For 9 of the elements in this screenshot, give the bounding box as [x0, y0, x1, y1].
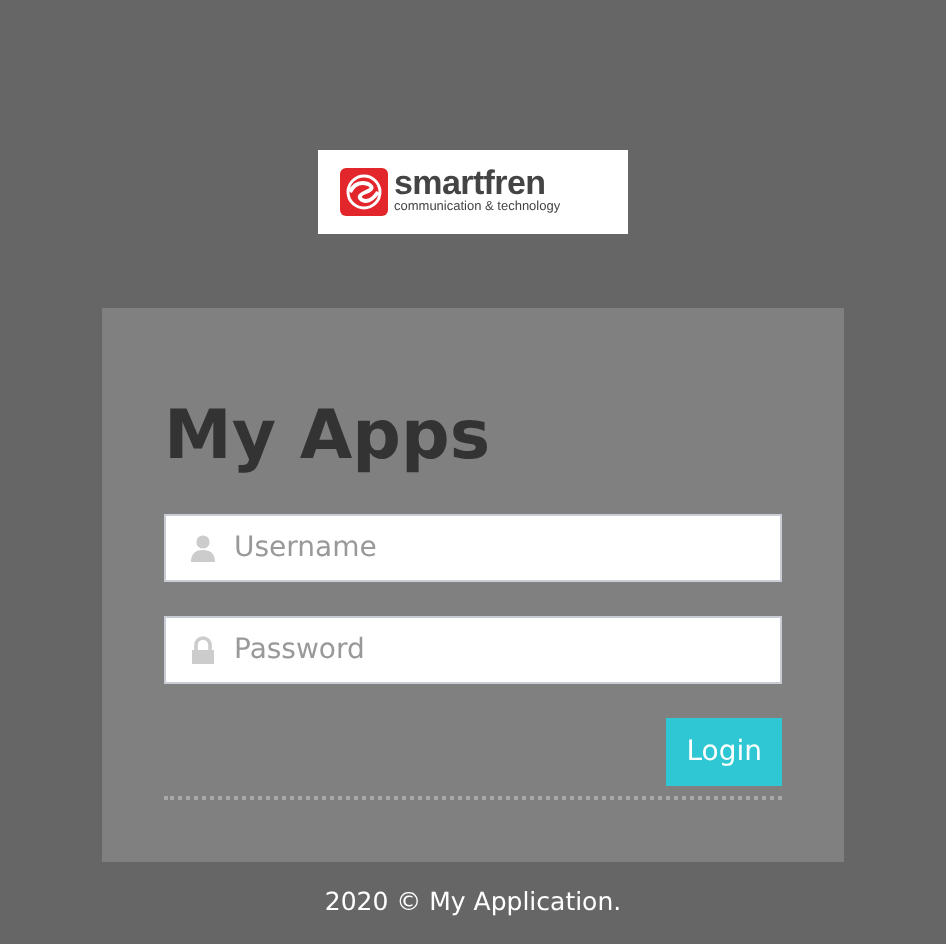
logo-name: smartfren	[394, 168, 546, 200]
logo-icon	[340, 168, 388, 216]
footer-text: 2020 © My Application.	[324, 886, 622, 916]
password-field[interactable]: Password	[164, 616, 782, 684]
username-field[interactable]: Username	[164, 514, 782, 582]
lock-icon	[190, 636, 216, 664]
card-title: My Apps	[164, 396, 493, 476]
user-icon	[190, 534, 216, 562]
login-button[interactable]: Login	[666, 718, 782, 786]
